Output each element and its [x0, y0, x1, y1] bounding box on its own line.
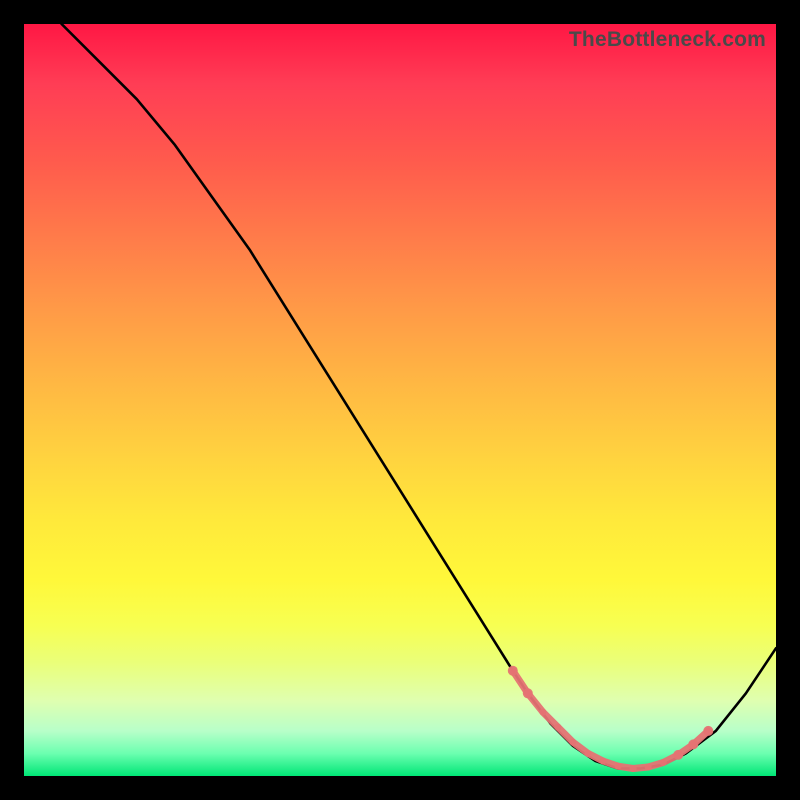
marker-group [508, 666, 714, 769]
marker-segment [678, 744, 693, 755]
marker-segment [663, 755, 678, 763]
marker-segment [633, 767, 648, 769]
marker-segment [543, 712, 558, 727]
marker-segment [693, 731, 708, 745]
marker-segment [588, 753, 603, 761]
marker-segment [558, 727, 573, 742]
marker-segment [573, 742, 588, 753]
marker-segment [618, 766, 633, 768]
marker-segment [603, 761, 618, 766]
marker-dot [688, 739, 698, 749]
chart-area: TheBottleneck.com [24, 24, 776, 776]
marker-segment [513, 671, 528, 694]
watermark-text: TheBottleneck.com [569, 28, 766, 52]
marker-dot [508, 666, 518, 676]
marker-dot [523, 688, 533, 698]
marker-segment [528, 693, 543, 712]
bottleneck-curve-line [62, 24, 776, 769]
curve-svg [24, 24, 776, 776]
marker-dot [703, 726, 713, 736]
marker-segment [648, 763, 663, 768]
marker-dot [673, 750, 683, 760]
